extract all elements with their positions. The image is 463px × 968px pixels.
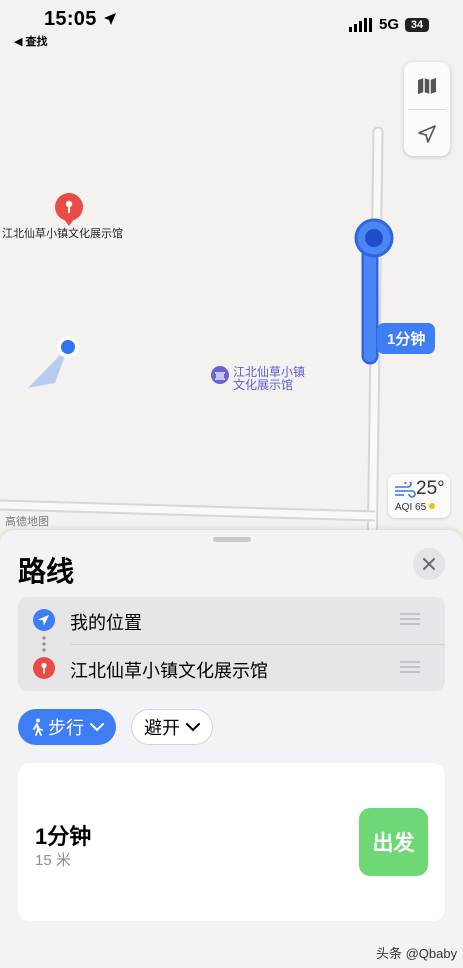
watermark: 头条 @Qbaby: [376, 946, 458, 961]
route-sheet: 路线 我的位置 江北仙草小镇文化展示馆 步行 避开 1分钟 15 米 出发: [0, 530, 463, 968]
map-icon: [418, 77, 436, 94]
museum-icon: [211, 366, 229, 384]
travel-mode-label: 步行: [48, 718, 84, 738]
sheet-grabber[interactable]: [213, 537, 251, 542]
waypoint-destination[interactable]: 江北仙草小镇文化展示馆: [18, 645, 445, 691]
waypoint-list: 我的位置 江北仙草小镇文化展示馆: [18, 597, 445, 691]
route-option-card[interactable]: 1分钟 15 米 出发: [18, 763, 445, 921]
map-mode-button[interactable]: [404, 62, 450, 109]
poi-label[interactable]: 江北仙草小镇文化展示馆: [2, 225, 123, 241]
drag-handle-icon[interactable]: [400, 613, 420, 625]
aqi-dot: [429, 503, 436, 509]
back-to-search[interactable]: ◀ 查找: [14, 33, 48, 49]
avoid-label: 避开: [144, 718, 180, 738]
chevron-down-icon: [90, 722, 104, 731]
location-arrow-icon: [33, 609, 55, 631]
waypoint-label: 江北仙草小镇文化展示馆: [70, 661, 268, 681]
sheet-title: 路线: [18, 556, 75, 587]
map-controls: [404, 62, 450, 156]
route-distance: 15 米: [35, 852, 71, 869]
walking-icon: [33, 718, 43, 736]
drag-handle-icon[interactable]: [400, 661, 420, 673]
map-view[interactable]: 15:05 ◀ 查找 5G 34 江北仙草小镇文化展示馆 江北仙草小镇 文化展示…: [0, 0, 463, 560]
avoid-options-chip[interactable]: 避开: [131, 709, 213, 745]
locate-button[interactable]: [404, 110, 450, 157]
center-poi-line2: 文化展示馆: [233, 378, 294, 392]
battery-icon: 34: [405, 17, 429, 32]
waypoint-label: 我的位置: [70, 613, 142, 633]
weather-temp: 25°: [416, 478, 445, 499]
weather-aqi: AQI 65: [395, 502, 436, 513]
pin-icon: [33, 657, 55, 679]
go-button[interactable]: 出发: [359, 808, 428, 876]
location-arrow-icon: [103, 13, 116, 25]
network-label: 5G: [378, 16, 399, 33]
travel-mode-chip[interactable]: 步行: [18, 709, 116, 745]
signal-icon: [348, 17, 372, 32]
wind-icon: [395, 482, 416, 498]
poi-pin-icon[interactable]: [54, 193, 84, 227]
status-bar: 15:05 ◀ 查找 5G 34: [0, 0, 463, 50]
route-time-label[interactable]: 1分钟: [377, 323, 436, 354]
close-icon: [423, 558, 435, 570]
waypoint-origin[interactable]: 我的位置: [18, 597, 445, 643]
location-arrow-icon: [418, 124, 436, 143]
route-duration: 1分钟: [35, 824, 92, 849]
weather-widget[interactable]: 25° AQI 65: [388, 474, 450, 518]
close-button[interactable]: [413, 548, 445, 580]
map-brand-logo: 高德地图: [5, 516, 49, 528]
center-poi[interactable]: 江北仙草小镇 文化展示馆: [211, 366, 305, 392]
chevron-down-icon: [186, 722, 200, 731]
clock: 15:05: [44, 8, 117, 31]
